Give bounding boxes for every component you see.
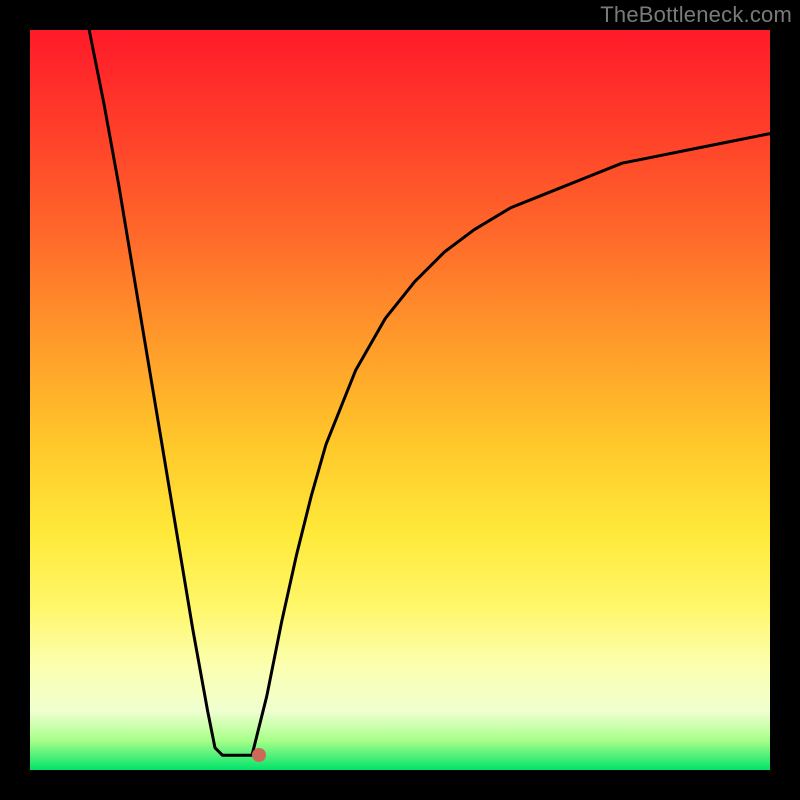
bottleneck-curve: [89, 30, 770, 755]
watermark-text: TheBottleneck.com: [600, 2, 792, 28]
chart-frame: TheBottleneck.com: [0, 0, 800, 800]
curve-svg: [30, 30, 770, 770]
optimum-marker: [252, 748, 266, 762]
plot-area: [30, 30, 770, 770]
